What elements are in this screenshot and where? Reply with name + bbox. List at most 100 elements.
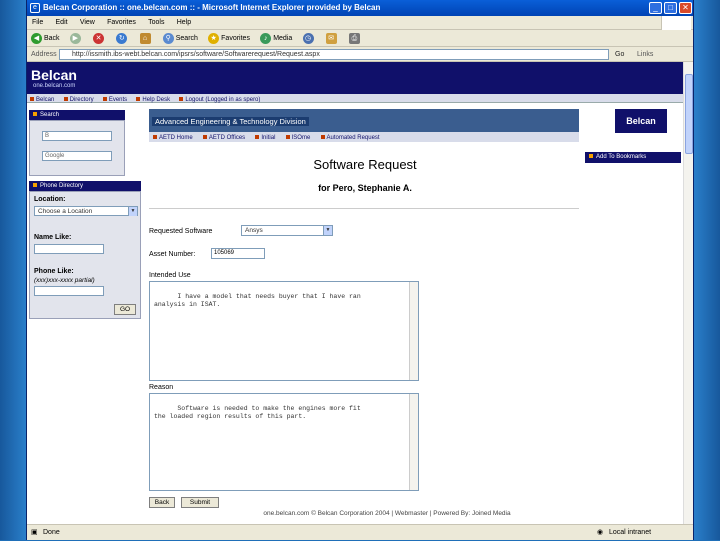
search-field[interactable]: B xyxy=(42,131,112,141)
intranet-icon: ◉ xyxy=(597,529,604,536)
bullet-icon xyxy=(285,135,290,140)
go-button[interactable]: GO xyxy=(114,304,136,315)
site-logo[interactable]: Belcan xyxy=(31,67,77,83)
forward-button[interactable]: ▶ xyxy=(66,30,87,47)
favorites-label: Favorites xyxy=(221,35,250,42)
address-input[interactable]: http://issmith.ibs-webt.belcan.com/ipsrs… xyxy=(59,49,609,60)
reason-label: Reason xyxy=(149,384,174,391)
media-label: Media xyxy=(273,35,293,42)
menu-tools[interactable]: Tools xyxy=(143,16,169,30)
submit-button[interactable]: Submit xyxy=(181,497,219,508)
tab-aetd-home[interactable]: AETD Home xyxy=(149,133,197,143)
minimize-button[interactable]: _ xyxy=(649,2,662,14)
bullet-icon xyxy=(202,135,207,140)
status-bar: ▣ Done ◉ Local intranet xyxy=(27,524,693,540)
tab-isome[interactable]: ISOme xyxy=(282,133,315,143)
division-tabs: AETD Home AETD Offices Initial ISOme Aut… xyxy=(149,132,579,142)
textarea-scrollbar[interactable] xyxy=(409,282,418,380)
phone-input[interactable] xyxy=(34,286,104,296)
nav-belcan[interactable]: Belcan xyxy=(27,96,58,105)
phone-hint: (xxx)xxx-xxxx partial) xyxy=(34,277,95,284)
google-search-field[interactable]: Google xyxy=(42,151,112,161)
site-header: Belcan one.belcan.com xyxy=(27,62,683,94)
site-nav: Belcan Directory Events Help Desk Logout… xyxy=(27,94,683,103)
asset-label: Asset Number: xyxy=(149,251,196,258)
intended-use-textarea[interactable]: I have a model that needs buyer that I h… xyxy=(149,281,419,381)
name-input[interactable] xyxy=(34,244,104,254)
bullet-icon xyxy=(255,135,260,140)
close-button[interactable]: ✕ xyxy=(679,2,692,14)
location-value: Choose a Location xyxy=(38,208,93,215)
refresh-button[interactable]: ↻ xyxy=(112,30,133,47)
bullet-icon xyxy=(179,97,184,102)
address-label: Address xyxy=(31,51,57,58)
page-subtitle: for Pero, Stephanie A. xyxy=(318,183,412,193)
mail-icon: ✉ xyxy=(325,32,337,44)
bullet-icon xyxy=(102,97,107,102)
history-button[interactable]: ◷ xyxy=(299,30,320,47)
division-banner: Advanced Engineering & Technology Divisi… xyxy=(149,109,579,133)
favorites-button[interactable]: ★ Favorites xyxy=(204,30,254,47)
window-title: Belcan Corporation :: one.belcan.com :: … xyxy=(43,3,381,12)
go-button[interactable]: Go xyxy=(615,47,624,62)
stop-button[interactable]: ✕ xyxy=(89,30,110,47)
page-scrollbar[interactable] xyxy=(683,62,693,524)
refresh-icon: ↻ xyxy=(116,32,128,44)
back-form-button[interactable]: Back xyxy=(149,497,175,508)
menu-bar: File Edit View Favorites Tools Help xyxy=(27,16,693,30)
search-button[interactable]: ⚲ Search xyxy=(159,30,202,47)
zone-text: Local intranet xyxy=(609,529,652,536)
search-panel-header: Search xyxy=(29,110,125,120)
location-select[interactable]: Choose a Location ▼ xyxy=(34,206,138,216)
stop-icon: ✕ xyxy=(93,32,105,44)
software-value: Ansys xyxy=(245,227,263,234)
chevron-down-icon: ▼ xyxy=(323,226,332,235)
star-icon: ★ xyxy=(208,32,220,44)
nav-directory[interactable]: Directory xyxy=(61,96,98,105)
site-logo-subtitle: one.belcan.com xyxy=(33,83,76,89)
tab-aetd-offices[interactable]: AETD Offices xyxy=(199,133,249,143)
desktop-right xyxy=(694,0,720,540)
reason-text: Software is needed to make the engines m… xyxy=(154,405,361,420)
browser-window: Belcan Corporation :: one.belcan.com :: … xyxy=(26,0,694,540)
status-text: Done xyxy=(43,529,60,536)
tab-initial[interactable]: Initial xyxy=(251,133,279,143)
title-bar: Belcan Corporation :: one.belcan.com :: … xyxy=(27,0,693,16)
division-title: Advanced Engineering & Technology Divisi… xyxy=(152,117,309,126)
print-button[interactable]: ⎙ xyxy=(345,30,366,47)
nav-help-desk[interactable]: Help Desk xyxy=(133,96,174,105)
nav-events[interactable]: Events xyxy=(100,96,131,105)
home-button[interactable]: ⌂ xyxy=(136,30,157,47)
menu-edit[interactable]: Edit xyxy=(51,16,73,30)
page-title: Software Request xyxy=(313,157,417,172)
media-button[interactable]: ♪ Media xyxy=(256,30,296,47)
menu-view[interactable]: View xyxy=(75,16,100,30)
ie-icon: e xyxy=(30,3,40,13)
add-to-bookmarks-link[interactable]: Add To Bookmarks xyxy=(585,152,681,163)
media-icon: ♪ xyxy=(260,32,272,44)
textarea-scrollbar[interactable] xyxy=(409,394,418,490)
software-select[interactable]: Ansys ▼ xyxy=(241,225,333,236)
mail-button[interactable]: ✉ xyxy=(322,30,343,47)
links-button[interactable]: Links xyxy=(637,47,653,62)
tab-automated-request[interactable]: Automated Request xyxy=(317,133,384,143)
bullet-icon xyxy=(136,97,141,102)
menu-file[interactable]: File xyxy=(27,16,48,30)
name-label: Name Like: xyxy=(34,234,72,241)
menu-help[interactable]: Help xyxy=(172,16,196,30)
back-button[interactable]: ◀ Back xyxy=(27,30,64,47)
asset-input[interactable]: 105069 xyxy=(211,248,265,259)
forward-arrow-icon: ▶ xyxy=(69,32,81,44)
bullet-icon xyxy=(33,183,37,188)
maximize-button[interactable]: □ xyxy=(664,2,677,14)
divider xyxy=(149,208,579,209)
search-panel: B Google xyxy=(29,120,125,176)
nav-logout[interactable]: Logout (Logged in as spero) xyxy=(176,96,264,105)
scrollbar-thumb[interactable] xyxy=(685,74,693,154)
phone-label: Phone Like: xyxy=(34,268,74,275)
belcan-badge: Belcan xyxy=(615,109,667,133)
bullet-icon xyxy=(589,154,593,159)
menu-favorites[interactable]: Favorites xyxy=(102,16,141,30)
reason-textarea[interactable]: Software is needed to make the engines m… xyxy=(149,393,419,491)
intended-use-label: Intended Use xyxy=(149,272,191,279)
